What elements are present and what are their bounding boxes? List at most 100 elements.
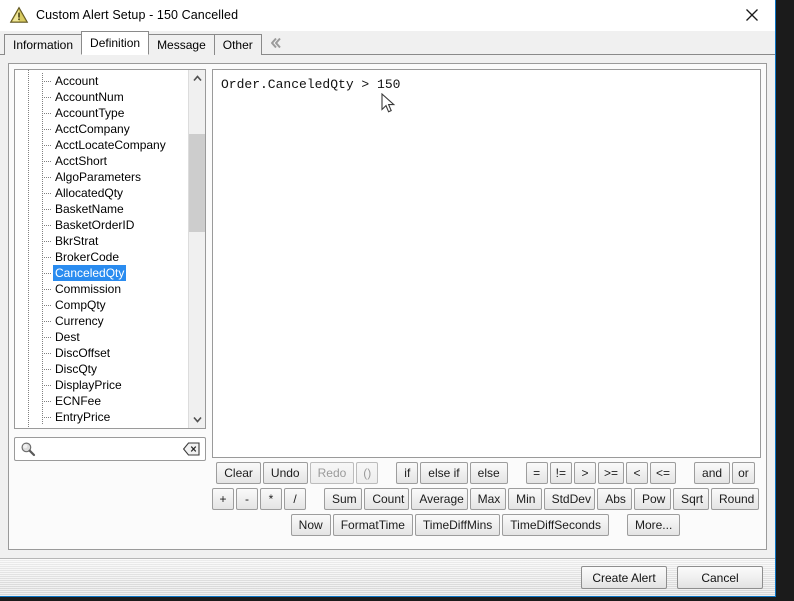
tree-item[interactable]: AllocatedQty bbox=[15, 185, 188, 201]
tree-item[interactable]: Account bbox=[15, 73, 188, 89]
tree-item[interactable]: BrokerCode bbox=[15, 249, 188, 265]
tab-message[interactable]: Message bbox=[148, 34, 215, 55]
tree-item[interactable]: Currency bbox=[15, 313, 188, 329]
tab-information-label: Information bbox=[13, 38, 74, 52]
keypad-button-formattime[interactable]: FormatTime bbox=[332, 514, 413, 536]
scrollbar-thumb[interactable] bbox=[189, 134, 205, 232]
tree-item-label: BasketName bbox=[55, 202, 124, 216]
tree-item-label: CompQty bbox=[55, 298, 106, 312]
tree-item[interactable]: CanceledQty bbox=[15, 265, 188, 281]
tab-definition[interactable]: Definition bbox=[81, 31, 150, 55]
keypad-button-more[interactable]: More... bbox=[626, 514, 681, 536]
tab-other-label: Other bbox=[222, 38, 253, 52]
search-input[interactable] bbox=[38, 442, 183, 456]
keypad-button-[interactable]: != bbox=[549, 462, 573, 484]
tree-item[interactable]: BasketName bbox=[15, 201, 188, 217]
screen: Custom Alert Setup - 150 Cancelled Infor… bbox=[0, 0, 794, 601]
keypad-button-else-if[interactable]: else if bbox=[420, 462, 468, 484]
cancel-button[interactable]: Cancel bbox=[677, 566, 763, 589]
keypad-button-count[interactable]: Count bbox=[364, 488, 410, 510]
keypad-button-if[interactable]: if bbox=[396, 462, 419, 484]
tree-item[interactable]: AcctCompany bbox=[15, 121, 188, 137]
tab-message-label: Message bbox=[157, 38, 206, 52]
keypad-button-else[interactable]: else bbox=[469, 462, 508, 484]
field-tree[interactable]: Account AccountNum AccountType AcctCompany A… bbox=[14, 69, 206, 429]
keypad-button-sum[interactable]: Sum bbox=[324, 488, 363, 510]
keypad-button-clear[interactable]: Clear bbox=[216, 462, 261, 484]
tree-item-label: AcctShort bbox=[55, 154, 108, 168]
tree-item[interactable]: AccountType bbox=[15, 105, 188, 121]
keypad-button-pow[interactable]: Pow bbox=[633, 488, 672, 510]
tree-item[interactable]: EntryPrice bbox=[15, 409, 188, 425]
keypad-row-operators: Clear Undo Redo() if else if else = != > >= < <= and… bbox=[212, 462, 761, 484]
keypad-button-[interactable]: >= bbox=[598, 462, 625, 484]
tree-item-label: ECNFee bbox=[55, 394, 102, 408]
definition-tab-panel: Account AccountNum AccountType AcctCompany A… bbox=[0, 55, 775, 558]
tree-item[interactable]: Commission bbox=[15, 281, 188, 297]
tree-item-label: BkrStrat bbox=[55, 234, 99, 248]
mouse-pointer-arrow bbox=[381, 93, 396, 113]
tree-item-label: EntryPrice bbox=[55, 410, 111, 424]
tree-item[interactable]: ECNFee bbox=[15, 393, 188, 409]
field-picker-column: Account AccountNum AccountType AcctCompany A… bbox=[14, 69, 206, 544]
tree-item[interactable]: DiscQty bbox=[15, 361, 188, 377]
tree-item[interactable]: DiscOffset bbox=[15, 345, 188, 361]
keypad-button-undo[interactable]: Undo bbox=[262, 462, 308, 484]
expression-editor[interactable]: Order.CanceledQty > 150 bbox=[212, 69, 761, 458]
double-chevron-left-icon[interactable] bbox=[268, 35, 284, 51]
tree-item-label: CanceledQty bbox=[53, 265, 127, 281]
tree-item[interactable]: DisplayPrice bbox=[15, 377, 188, 393]
tree-item-label: Commission bbox=[55, 282, 122, 296]
tree-item[interactable]: CompQty bbox=[15, 297, 188, 313]
keypad-button-max[interactable]: Max bbox=[469, 488, 507, 510]
keypad-button-abs[interactable]: Abs bbox=[597, 488, 632, 510]
tree-item-label: AllocatedQty bbox=[55, 186, 124, 200]
keypad-button-average[interactable]: Average bbox=[411, 488, 468, 510]
warning-triangle-icon bbox=[9, 6, 29, 23]
close-button[interactable] bbox=[729, 0, 775, 29]
keypad-button-min[interactable]: Min bbox=[508, 488, 542, 510]
keypad-button-or[interactable]: or bbox=[732, 462, 755, 484]
function-keypad: Clear Undo Redo() if else if else = != > >= < <= and… bbox=[212, 462, 761, 544]
dialog-footer: Create Alert Cancel bbox=[0, 558, 775, 596]
keypad-button-[interactable]: = bbox=[525, 462, 548, 484]
tab-information[interactable]: Information bbox=[4, 34, 83, 55]
tree-item[interactable]: AcctShort bbox=[15, 153, 188, 169]
keypad-button-[interactable]: <= bbox=[650, 462, 677, 484]
tree-item-label: Account bbox=[55, 74, 99, 88]
tree-item[interactable]: Dest bbox=[15, 329, 188, 345]
tree-item[interactable]: AccountNum bbox=[15, 89, 188, 105]
keypad-button-and[interactable]: and bbox=[694, 462, 731, 484]
keypad-button-[interactable]: + bbox=[212, 488, 234, 510]
keypad-button-[interactable]: * bbox=[260, 488, 282, 510]
keypad-button-timediffseconds[interactable]: TimeDiffSeconds bbox=[502, 514, 609, 536]
tree-item[interactable]: BkrStrat bbox=[15, 233, 188, 249]
tree-item[interactable]: AcctLocateCompany bbox=[15, 137, 188, 153]
tree-item[interactable]: BasketOrderID bbox=[15, 217, 188, 233]
keypad-button-redo: Redo bbox=[309, 462, 355, 484]
create-alert-button[interactable]: Create Alert bbox=[581, 566, 667, 589]
keypad-button-sqrt[interactable]: Sqrt bbox=[673, 488, 709, 510]
scroll-down-button[interactable] bbox=[189, 411, 205, 428]
keypad-button-[interactable]: - bbox=[236, 488, 258, 510]
keypad-button-[interactable]: > bbox=[574, 462, 597, 484]
tree-item-label: BrokerCode bbox=[55, 250, 120, 264]
keypad-button-timediffmins[interactable]: TimeDiffMins bbox=[414, 514, 501, 536]
keypad-button-[interactable]: / bbox=[284, 488, 306, 510]
scroll-up-button[interactable] bbox=[189, 70, 205, 87]
tab-strip: Information Definition Message Other bbox=[0, 31, 775, 55]
tree-item-label: DiscQty bbox=[55, 362, 97, 376]
window-title: Custom Alert Setup - 150 Cancelled bbox=[36, 8, 239, 22]
keypad-button-: () bbox=[356, 462, 379, 484]
field-tree-scrollbar[interactable] bbox=[188, 70, 205, 428]
keypad-button-[interactable]: < bbox=[626, 462, 649, 484]
chevron-down-icon bbox=[192, 416, 202, 423]
tree-item[interactable]: AlgoParameters bbox=[15, 169, 188, 185]
field-search-box[interactable] bbox=[14, 437, 206, 461]
field-tree-list[interactable]: Account AccountNum AccountType AcctCompany A… bbox=[15, 70, 188, 428]
keypad-button-now[interactable]: Now bbox=[290, 514, 331, 536]
tab-other[interactable]: Other bbox=[213, 34, 262, 55]
keypad-button-stddev[interactable]: StdDev bbox=[543, 488, 596, 510]
keypad-button-round[interactable]: Round bbox=[710, 488, 759, 510]
backspace-clear-icon[interactable] bbox=[183, 442, 200, 456]
